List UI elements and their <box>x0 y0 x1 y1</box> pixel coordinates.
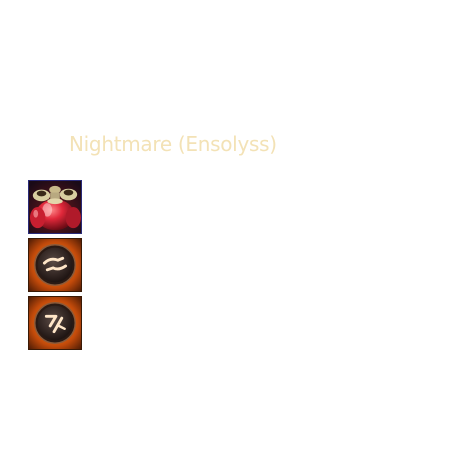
ability-slot-dash[interactable] <box>28 238 82 292</box>
ability-slot-potion[interactable] <box>28 180 82 234</box>
encounter-title: Nightmare (Ensolyss) <box>69 132 277 156</box>
potion-flasks-icon <box>29 181 81 233</box>
strike-rune-icon <box>29 297 81 349</box>
ability-slot-strike[interactable] <box>28 296 82 350</box>
dash-rune-icon <box>29 239 81 291</box>
